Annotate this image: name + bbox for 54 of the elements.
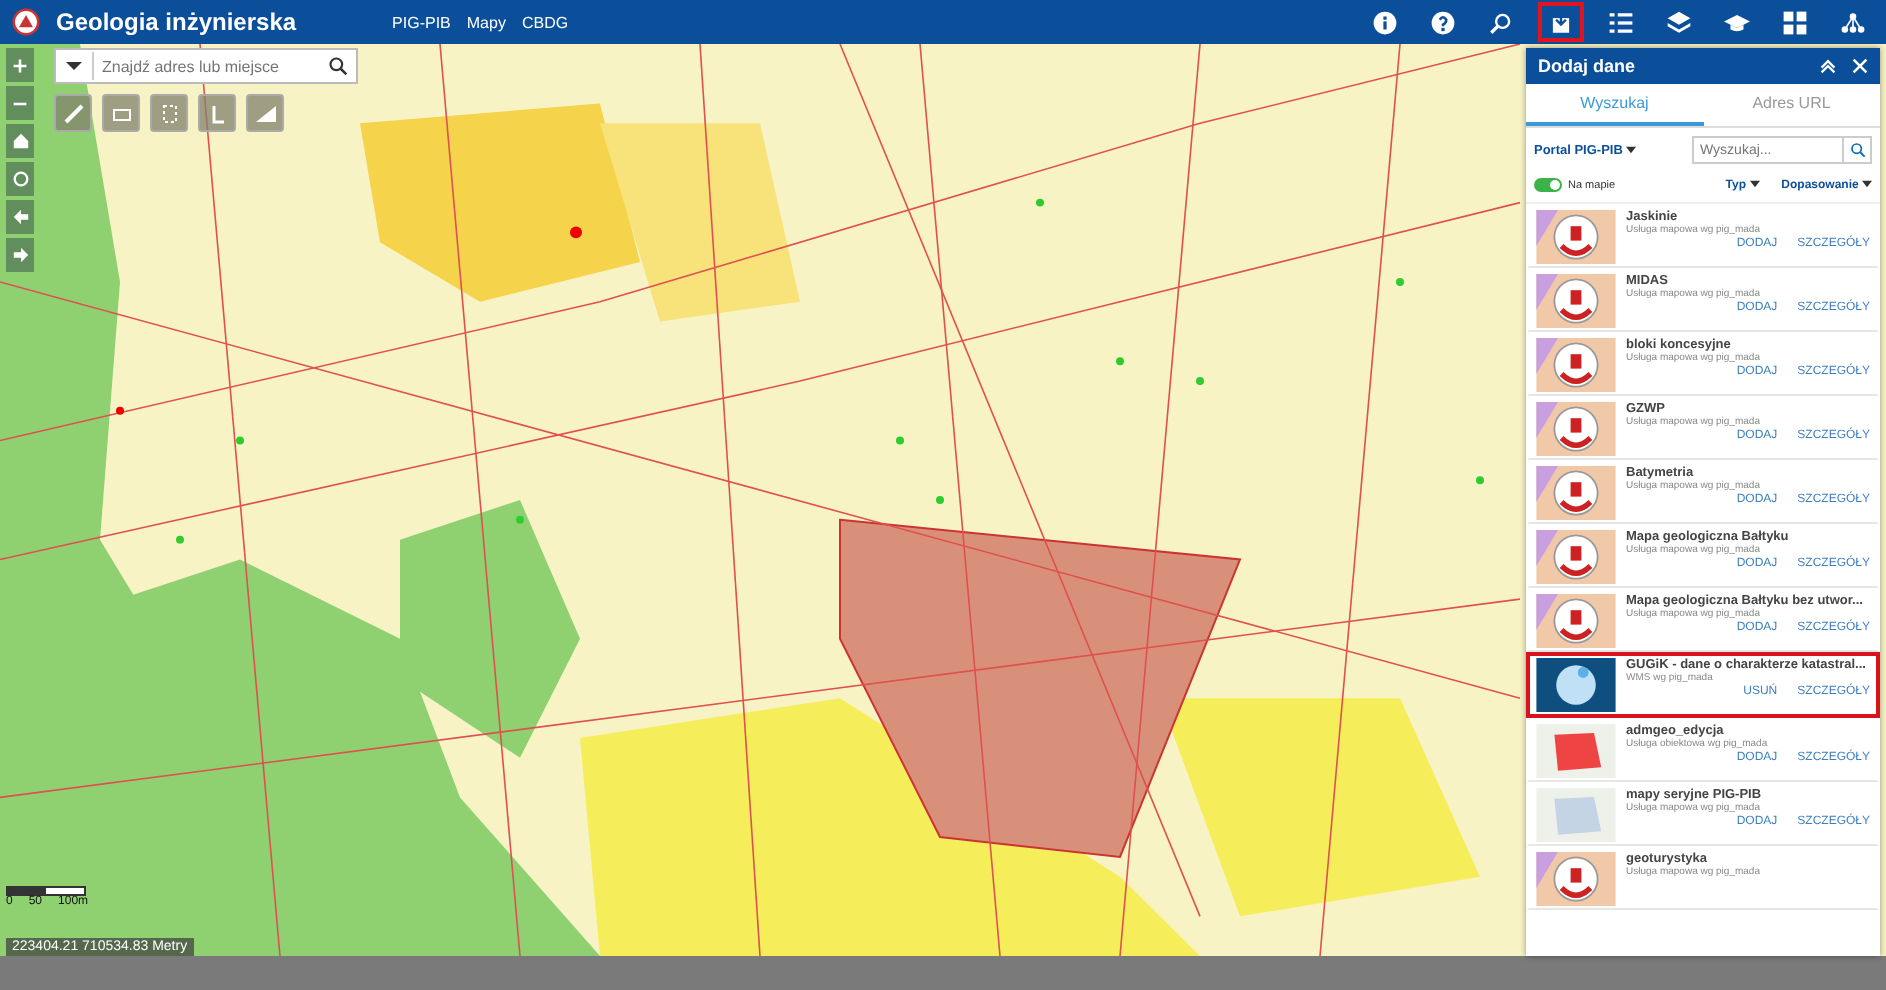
zoom-out-button[interactable] bbox=[6, 86, 34, 120]
left-arrow-icon bbox=[11, 208, 29, 226]
nav-link[interactable]: Mapy bbox=[466, 13, 506, 31]
home-icon bbox=[11, 132, 29, 150]
search-button[interactable] bbox=[1844, 136, 1872, 164]
toggle-switch[interactable] bbox=[1534, 178, 1562, 192]
emblem-thumbnail bbox=[1536, 402, 1616, 456]
emblem-thumbnail bbox=[1536, 338, 1616, 392]
emblem-thumbnail bbox=[1536, 530, 1616, 584]
close-icon[interactable] bbox=[1852, 58, 1868, 74]
caret-icon bbox=[66, 62, 82, 70]
emblem-thumbnail bbox=[1536, 274, 1616, 328]
slope-icon bbox=[253, 101, 277, 125]
globe-thumbnail bbox=[1536, 658, 1616, 712]
info-icon bbox=[1372, 9, 1398, 35]
points-map-thumbnail bbox=[1536, 724, 1616, 778]
right-arrow-icon bbox=[11, 246, 29, 264]
emblem-thumbnail bbox=[1536, 466, 1616, 520]
panel-tab[interactable]: Wyszukaj bbox=[1526, 84, 1703, 126]
back-button[interactable] bbox=[6, 200, 34, 234]
nav-link[interactable]: CBDG bbox=[521, 13, 569, 31]
grid-icon bbox=[1782, 9, 1808, 35]
help-icon bbox=[1430, 9, 1456, 35]
home-button[interactable] bbox=[6, 124, 34, 158]
network-icon bbox=[1840, 9, 1866, 35]
dashed-frame-icon bbox=[157, 101, 181, 125]
circle-icon bbox=[11, 170, 29, 188]
line-icon bbox=[61, 101, 85, 125]
forward-button[interactable] bbox=[6, 238, 34, 272]
emblem-thumbnail bbox=[1536, 852, 1616, 906]
address-search-field[interactable]: Znajdź adres lub miejsce bbox=[54, 48, 358, 84]
emblem-thumbnail bbox=[1536, 594, 1616, 648]
panel-title: Dodaj dane bbox=[1538, 56, 1638, 76]
measure-line-button[interactable] bbox=[54, 94, 92, 132]
cap-icon bbox=[1724, 9, 1750, 35]
zoom-in-button[interactable] bbox=[6, 48, 34, 82]
locate-button[interactable] bbox=[6, 162, 34, 196]
emblem-thumbnail bbox=[1536, 210, 1616, 264]
select-button[interactable] bbox=[150, 94, 188, 132]
nav-link[interactable]: PIG-PIB bbox=[392, 13, 451, 31]
layers-icon bbox=[1666, 9, 1692, 35]
zoom-icon bbox=[1488, 9, 1514, 35]
caret-icon bbox=[1749, 179, 1760, 187]
scale-bar bbox=[6, 886, 86, 896]
list-icon bbox=[1608, 9, 1634, 35]
caret-icon bbox=[1626, 145, 1637, 153]
search-icon bbox=[1849, 142, 1865, 158]
grid-map-thumbnail bbox=[1536, 788, 1616, 842]
logo-icon bbox=[12, 8, 40, 36]
app-title: Geologia inżynierska bbox=[56, 8, 297, 36]
search-icon bbox=[328, 56, 348, 76]
plus-icon bbox=[12, 57, 28, 73]
caret-icon bbox=[1862, 179, 1872, 187]
collapse-icon[interactable] bbox=[1820, 58, 1836, 74]
